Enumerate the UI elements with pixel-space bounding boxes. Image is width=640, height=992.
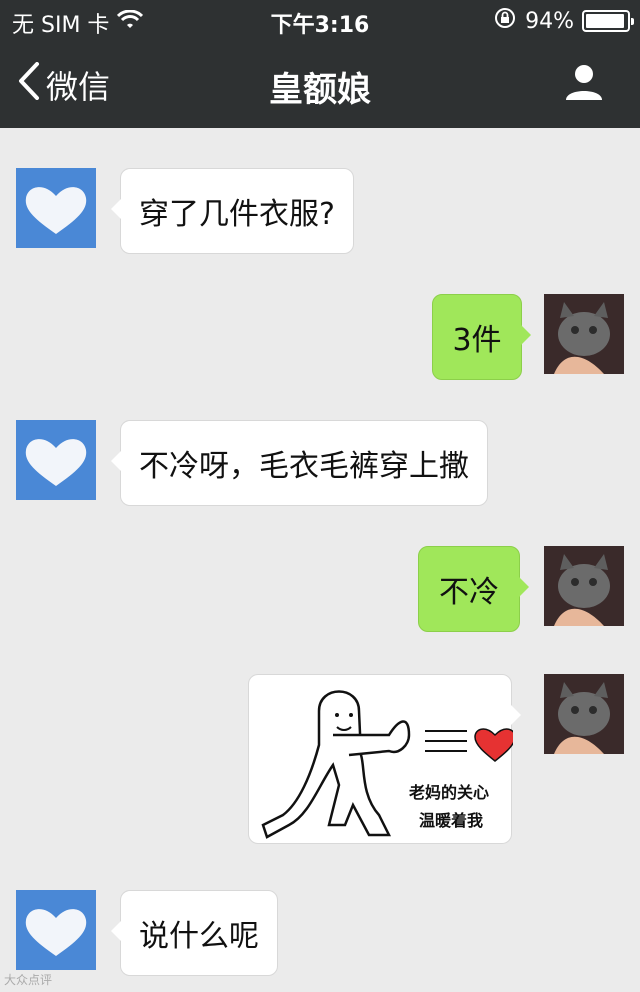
heart-icon <box>474 728 513 762</box>
chat-area[interactable]: 穿了几件衣服? 3件 不冷呀，毛衣毛裤穿上撒 不冷 老妈的关心 温暖着我 说什么… <box>0 128 640 992</box>
person-icon <box>564 65 604 106</box>
message-bubble[interactable]: 不冷呀，毛衣毛裤穿上撒 <box>111 420 488 506</box>
message-bubble[interactable]: 穿了几件衣服? <box>111 168 354 254</box>
message-text: 不冷呀，毛衣毛裤穿上撒 <box>139 449 469 484</box>
nav-bar: 微信 皇额娘 <box>0 40 640 128</box>
battery-percent: 94% <box>525 8 574 34</box>
cat-photo-icon <box>544 546 624 626</box>
contact-info-button[interactable] <box>564 62 604 106</box>
self-avatar[interactable] <box>544 546 624 626</box>
battery-icon <box>582 10 634 32</box>
sticker-message[interactable]: 老妈的关心 温暖着我 <box>248 674 521 844</box>
heart-cloud-icon <box>16 420 96 500</box>
message-text: 不冷 <box>439 575 499 610</box>
heart-cloud-icon <box>16 168 96 248</box>
rotation-lock-icon <box>493 6 517 36</box>
contact-avatar[interactable] <box>16 420 96 500</box>
cat-photo-icon <box>544 674 624 754</box>
cat-photo-icon <box>544 294 624 374</box>
chat-title: 皇额娘 <box>269 70 371 110</box>
battery-fill <box>586 14 624 28</box>
sticker-caption-line2: 温暖着我 <box>419 811 484 830</box>
status-bar: 无 SIM 卡 下午3:16 94% <box>0 0 640 40</box>
message-bubble[interactable]: 不冷 <box>418 546 529 632</box>
self-avatar[interactable] <box>544 674 624 754</box>
sticker-caption-line1: 老妈的关心 <box>409 783 490 802</box>
contact-avatar[interactable] <box>16 168 96 248</box>
contact-avatar[interactable] <box>16 890 96 970</box>
message-bubble[interactable]: 3件 <box>432 294 531 380</box>
self-avatar[interactable] <box>544 294 624 374</box>
message-text: 说什么呢 <box>139 919 259 954</box>
status-right: 94% <box>493 6 634 36</box>
message-text: 穿了几件衣服? <box>139 197 335 232</box>
message-text: 3件 <box>452 323 502 358</box>
heart-cloud-icon <box>16 890 96 970</box>
message-bubble[interactable]: 说什么呢 <box>111 890 278 976</box>
watermark: 大众点评 <box>4 973 53 987</box>
